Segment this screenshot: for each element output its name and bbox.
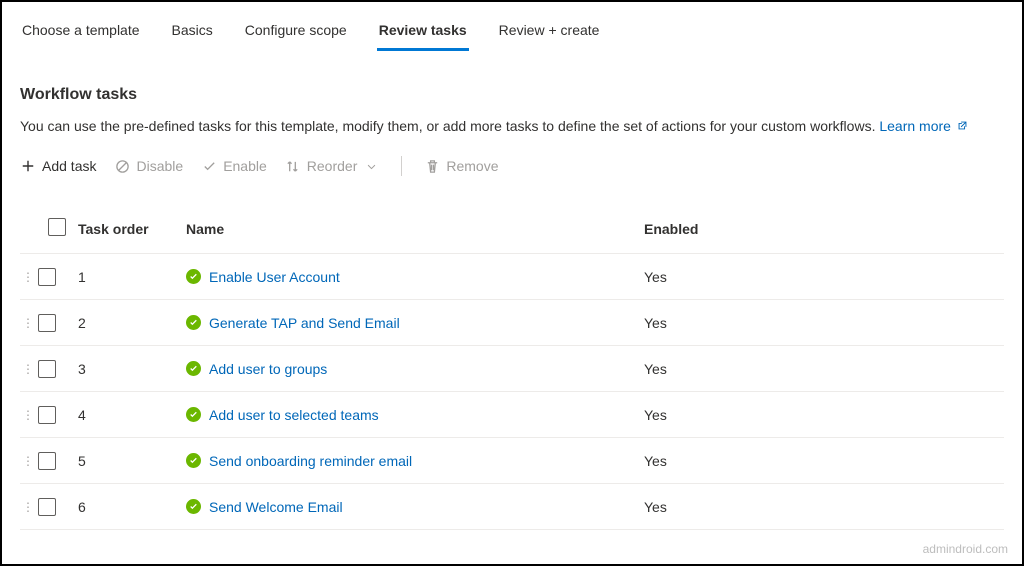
drag-handle-icon[interactable]: ⋮ xyxy=(22,362,32,376)
tasks-table: Task order Name Enabled ⋮ 1 Enable User … xyxy=(20,210,1004,530)
task-order-cell: 2 xyxy=(78,315,186,331)
enabled-cell: Yes xyxy=(644,453,944,469)
task-name-link[interactable]: Generate TAP and Send Email xyxy=(209,315,400,331)
task-order-cell: 6 xyxy=(78,499,186,515)
table-row[interactable]: ⋮ 4 Add user to selected teams Yes xyxy=(20,392,1004,438)
task-order-cell: 4 xyxy=(78,407,186,423)
task-order-cell: 3 xyxy=(78,361,186,377)
success-status-icon xyxy=(186,269,201,284)
chevron-down-icon xyxy=(363,158,379,174)
col-name[interactable]: Name xyxy=(186,221,644,237)
table-row[interactable]: ⋮ 6 Send Welcome Email Yes xyxy=(20,484,1004,530)
tab-review-create[interactable]: Review + create xyxy=(497,16,602,51)
description-text: You can use the pre-defined tasks for th… xyxy=(20,118,879,134)
reorder-icon xyxy=(285,158,301,174)
task-name-link[interactable]: Add user to selected teams xyxy=(209,407,379,423)
reorder-button: Reorder xyxy=(285,158,380,174)
success-status-icon xyxy=(186,453,201,468)
task-name-link[interactable]: Enable User Account xyxy=(209,269,340,285)
page-title: Workflow tasks xyxy=(20,86,1004,104)
command-bar: Add task Disable Enable Reorder xyxy=(20,156,1004,176)
col-enabled[interactable]: Enabled xyxy=(644,221,944,237)
table-row[interactable]: ⋮ 2 Generate TAP and Send Email Yes xyxy=(20,300,1004,346)
watermark: admindroid.com xyxy=(923,542,1008,556)
drag-handle-icon[interactable]: ⋮ xyxy=(22,500,32,514)
enabled-cell: Yes xyxy=(644,269,944,285)
enable-button: Enable xyxy=(201,158,267,174)
select-all-checkbox[interactable] xyxy=(48,218,66,236)
table-row[interactable]: ⋮ 5 Send onboarding reminder email Yes xyxy=(20,438,1004,484)
task-name-link[interactable]: Send Welcome Email xyxy=(209,499,343,515)
task-order-cell: 1 xyxy=(78,269,186,285)
tab-basics[interactable]: Basics xyxy=(170,16,215,51)
tab-review-tasks[interactable]: Review tasks xyxy=(377,16,469,51)
success-status-icon xyxy=(186,499,201,514)
table-header: Task order Name Enabled xyxy=(20,210,1004,254)
add-task-button[interactable]: Add task xyxy=(20,158,96,174)
drag-handle-icon[interactable]: ⋮ xyxy=(22,316,32,330)
row-checkbox[interactable] xyxy=(38,268,56,286)
remove-button: Remove xyxy=(424,158,498,174)
trash-icon xyxy=(424,158,440,174)
row-checkbox[interactable] xyxy=(38,406,56,424)
check-icon xyxy=(201,158,217,174)
page-description: You can use the pre-defined tasks for th… xyxy=(20,118,1004,134)
success-status-icon xyxy=(186,407,201,422)
toolbar-divider xyxy=(401,156,402,176)
tab-configure-scope[interactable]: Configure scope xyxy=(243,16,349,51)
table-row[interactable]: ⋮ 3 Add user to groups Yes xyxy=(20,346,1004,392)
drag-handle-icon[interactable]: ⋮ xyxy=(22,408,32,422)
enabled-cell: Yes xyxy=(644,315,944,331)
success-status-icon xyxy=(186,315,201,330)
drag-handle-icon[interactable]: ⋮ xyxy=(22,270,32,284)
row-checkbox[interactable] xyxy=(38,452,56,470)
tab-choose-template[interactable]: Choose a template xyxy=(20,16,142,51)
external-link-icon xyxy=(957,120,968,134)
table-row[interactable]: ⋮ 1 Enable User Account Yes xyxy=(20,254,1004,300)
drag-handle-icon[interactable]: ⋮ xyxy=(22,454,32,468)
row-checkbox[interactable] xyxy=(38,360,56,378)
wizard-tabs: Choose a template Basics Configure scope… xyxy=(20,2,1004,52)
row-checkbox[interactable] xyxy=(38,314,56,332)
success-status-icon xyxy=(186,361,201,376)
learn-more-link[interactable]: Learn more xyxy=(879,118,967,134)
row-checkbox[interactable] xyxy=(38,498,56,516)
task-name-link[interactable]: Add user to groups xyxy=(209,361,327,377)
block-icon xyxy=(114,158,130,174)
col-task-order[interactable]: Task order xyxy=(78,221,186,237)
disable-button: Disable xyxy=(114,158,183,174)
task-order-cell: 5 xyxy=(78,453,186,469)
enabled-cell: Yes xyxy=(644,499,944,515)
plus-icon xyxy=(20,158,36,174)
enabled-cell: Yes xyxy=(644,361,944,377)
enabled-cell: Yes xyxy=(644,407,944,423)
task-name-link[interactable]: Send onboarding reminder email xyxy=(209,453,412,469)
